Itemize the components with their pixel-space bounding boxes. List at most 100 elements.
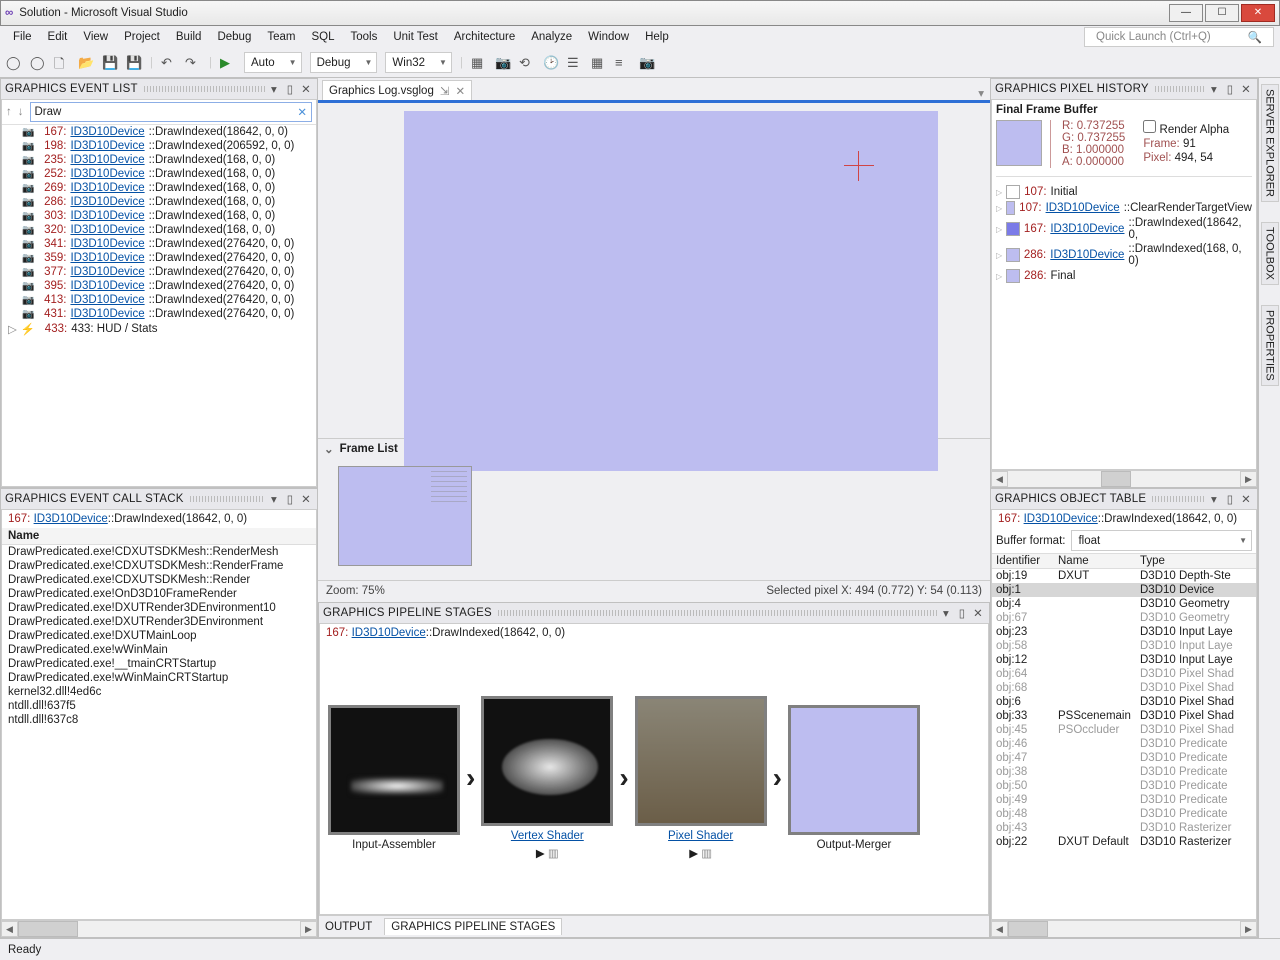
- stage-vs-label[interactable]: Vertex Shader: [511, 830, 584, 842]
- event-row[interactable]: 📷269: ID3D10Device::DrawIndexed(168, 0, …: [2, 181, 316, 195]
- start-icon[interactable]: ▶: [220, 55, 236, 71]
- pixel-history-row[interactable]: ▷107: ID3D10Device::ClearRenderTargetVie…: [996, 201, 1252, 215]
- close-panel-icon[interactable]: ✕: [1239, 82, 1253, 96]
- object-table-row[interactable]: obj:1D3D10 Device: [992, 583, 1256, 597]
- pixel-history-row[interactable]: ▷286: ID3D10Device::DrawIndexed(168, 0, …: [996, 243, 1252, 267]
- tab-properties[interactable]: PROPERTIES: [1261, 305, 1279, 386]
- callstack-row[interactable]: DrawPredicated.exe!__tmainCRTStartup: [2, 657, 316, 671]
- play-icon[interactable]: ▶: [689, 848, 698, 860]
- scrollbar[interactable]: ◀▶: [1, 920, 317, 937]
- doc-tab[interactable]: Graphics Log.vsglog ⇲ ✕: [322, 80, 472, 100]
- event-link[interactable]: ID3D10Device: [70, 252, 144, 264]
- object-table-row[interactable]: obj:67D3D10 Geometry: [992, 611, 1256, 625]
- close-panel-icon[interactable]: ✕: [971, 606, 985, 620]
- pixel-history-row[interactable]: ▷286: Final: [996, 269, 1252, 283]
- stage-pixel-shader[interactable]: [635, 696, 767, 826]
- tab-output[interactable]: OUTPUT: [325, 921, 372, 933]
- menu-view[interactable]: View: [76, 29, 115, 45]
- event-link[interactable]: ID3D10Device: [70, 280, 144, 292]
- object-table-row[interactable]: obj:22DXUT DefaultD3D10 Rasterizer: [992, 835, 1256, 849]
- object-table-row[interactable]: obj:48D3D10 Predicate: [992, 807, 1256, 821]
- pin-icon[interactable]: ⇲: [440, 84, 450, 98]
- event-link[interactable]: ID3D10Device: [70, 238, 144, 250]
- minimize-button[interactable]: —: [1169, 4, 1203, 22]
- object-table-row[interactable]: obj:50D3D10 Predicate: [992, 779, 1256, 793]
- object-table-row[interactable]: obj:58D3D10 Input Laye: [992, 639, 1256, 653]
- pin-icon[interactable]: ▯: [1223, 492, 1237, 506]
- new-project-icon[interactable]: 🗋: [54, 55, 70, 71]
- camera2-icon[interactable]: 📷: [639, 55, 655, 71]
- history-icon[interactable]: 🕑: [543, 55, 559, 71]
- ot-ctx-link[interactable]: ID3D10Device: [1024, 513, 1098, 525]
- save-icon[interactable]: 💾: [102, 55, 118, 71]
- tool-icon[interactable]: ▦: [471, 55, 487, 71]
- event-link[interactable]: ID3D10Device: [70, 182, 144, 194]
- list-icon[interactable]: ≡: [615, 55, 631, 71]
- object-table-row[interactable]: obj:46D3D10 Predicate: [992, 737, 1256, 751]
- options-icon[interactable]: ▥: [548, 848, 559, 860]
- object-table-columns[interactable]: Identifier Name Type: [992, 554, 1256, 569]
- dropdown-icon[interactable]: ▾: [939, 606, 953, 620]
- scrollbar[interactable]: ◀▶: [991, 920, 1257, 937]
- close-panel-icon[interactable]: ✕: [299, 492, 313, 506]
- save-all-icon[interactable]: 💾: [126, 55, 142, 71]
- pin-icon[interactable]: ▯: [283, 492, 297, 506]
- event-link[interactable]: ID3D10Device: [70, 168, 144, 180]
- object-table-row[interactable]: obj:64D3D10 Pixel Shad: [992, 667, 1256, 681]
- object-table-row[interactable]: obj:47D3D10 Predicate: [992, 751, 1256, 765]
- menu-window[interactable]: Window: [581, 29, 636, 45]
- event-row[interactable]: 📷320: ID3D10Device::DrawIndexed(168, 0, …: [2, 223, 316, 237]
- event-row[interactable]: 📷377: ID3D10Device::DrawIndexed(276420, …: [2, 265, 316, 279]
- options-icon[interactable]: ▥: [701, 848, 712, 860]
- dropdown-icon[interactable]: ▾: [1207, 492, 1221, 506]
- callstack-row[interactable]: ntdll.dll!637f5: [2, 699, 316, 713]
- pin-icon[interactable]: ▯: [283, 82, 297, 96]
- undo-icon[interactable]: ↶: [161, 55, 177, 71]
- event-row[interactable]: 📷341: ID3D10Device::DrawIndexed(276420, …: [2, 237, 316, 251]
- callstack-row[interactable]: kernel32.dll!4ed6c: [2, 685, 316, 699]
- close-panel-icon[interactable]: ✕: [299, 82, 313, 96]
- close-button[interactable]: ✕: [1241, 4, 1275, 22]
- pixel-history-row[interactable]: ▷107: Initial: [996, 185, 1252, 199]
- callstack-row[interactable]: DrawPredicated.exe!DXUTRender3DEnvironme…: [2, 615, 316, 629]
- object-table-row[interactable]: obj:33PSScenemainD3D10 Pixel Shad: [992, 709, 1256, 723]
- menu-help[interactable]: Help: [638, 29, 676, 45]
- scrollbar[interactable]: ◀▶: [991, 470, 1257, 487]
- play-icon[interactable]: ▶: [536, 848, 545, 860]
- stage-ps-label[interactable]: Pixel Shader: [668, 830, 733, 842]
- tab-server-explorer[interactable]: SERVER EXPLORER: [1261, 84, 1279, 202]
- event-row[interactable]: 📷198: ID3D10Device::DrawIndexed(206592, …: [2, 139, 316, 153]
- menu-unit-test[interactable]: Unit Test: [386, 29, 445, 45]
- frame-thumbnail[interactable]: [338, 466, 472, 566]
- menu-project[interactable]: Project: [117, 29, 167, 45]
- event-filter-input[interactable]: Draw ✕: [30, 102, 313, 122]
- event-link[interactable]: ID3D10Device: [70, 154, 144, 166]
- object-table-row[interactable]: obj:12D3D10 Input Laye: [992, 653, 1256, 667]
- callstack-row[interactable]: DrawPredicated.exe!DXUTRender3DEnvironme…: [2, 601, 316, 615]
- solution-config-combo[interactable]: Debug▼: [310, 52, 378, 73]
- object-table-row[interactable]: obj:23D3D10 Input Laye: [992, 625, 1256, 639]
- event-row-hud[interactable]: ▷ ⚡ 433: 433: HUD / Stats: [2, 321, 316, 337]
- event-link[interactable]: ID3D10Device: [70, 140, 144, 152]
- event-row[interactable]: 📷431: ID3D10Device::DrawIndexed(276420, …: [2, 307, 316, 321]
- menu-file[interactable]: File: [6, 29, 39, 45]
- object-table-row[interactable]: obj:38D3D10 Predicate: [992, 765, 1256, 779]
- nav-fwd-icon[interactable]: ◯: [30, 55, 46, 71]
- menu-build[interactable]: Build: [169, 29, 209, 45]
- object-table-row[interactable]: obj:19DXUTD3D10 Depth-Ste: [992, 569, 1256, 583]
- event-row[interactable]: 📷286: ID3D10Device::DrawIndexed(168, 0, …: [2, 195, 316, 209]
- callstack-row[interactable]: DrawPredicated.exe!DXUTMainLoop: [2, 629, 316, 643]
- callstack-row[interactable]: DrawPredicated.exe!wWinMain: [2, 643, 316, 657]
- dropdown-icon[interactable]: ▾: [267, 82, 281, 96]
- menu-tools[interactable]: Tools: [343, 29, 384, 45]
- pin-icon[interactable]: ▯: [1223, 82, 1237, 96]
- object-table-row[interactable]: obj:45PSOccluderD3D10 Pixel Shad: [992, 723, 1256, 737]
- open-icon[interactable]: 📂: [78, 55, 94, 71]
- cs-context-link[interactable]: ID3D10Device: [34, 513, 108, 525]
- pin-icon[interactable]: ▯: [955, 606, 969, 620]
- callstack-row[interactable]: DrawPredicated.exe!wWinMainCRTStartup: [2, 671, 316, 685]
- event-row[interactable]: 📷252: ID3D10Device::DrawIndexed(168, 0, …: [2, 167, 316, 181]
- menu-architecture[interactable]: Architecture: [447, 29, 522, 45]
- down-arrow-icon[interactable]: ↓: [18, 106, 24, 118]
- stage-vertex-shader[interactable]: [481, 696, 613, 826]
